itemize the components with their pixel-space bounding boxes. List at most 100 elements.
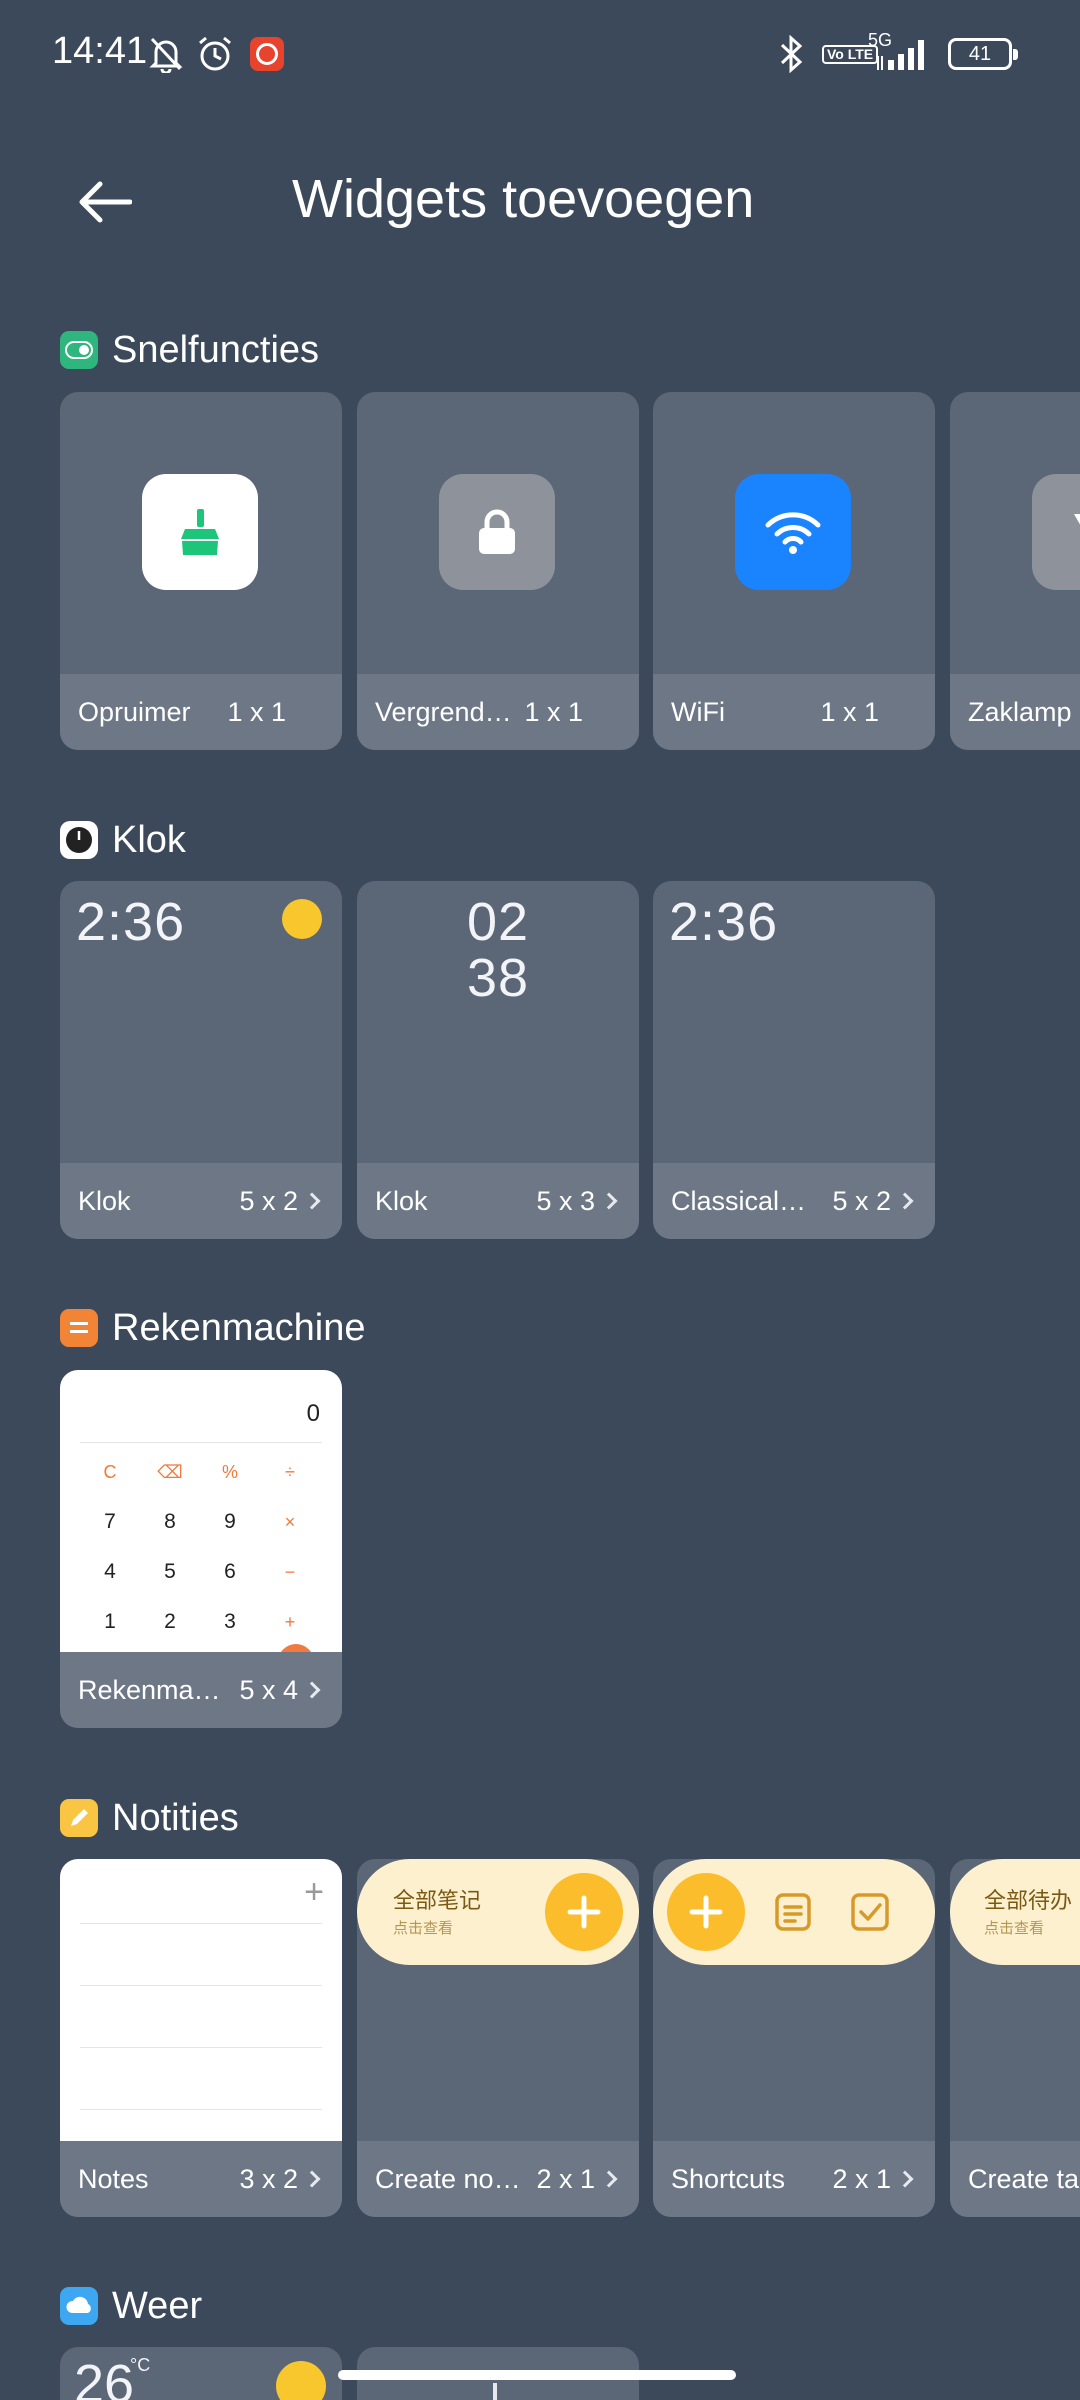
widget-card-opruimer[interactable]: Opruimer 1 x 1 (60, 392, 342, 750)
calc-key: 6 (224, 1560, 236, 1583)
widget-name: Rekenma… (78, 1674, 221, 1705)
calc-key: ⌫ (157, 1461, 183, 1482)
note-icon (773, 1891, 813, 1938)
widget-card-klok-5x3[interactable]: 02 38 Klok 5 x 3 (357, 881, 639, 1239)
flashlight-icon (1032, 474, 1080, 590)
page-title: Widgets toevoegen (292, 169, 755, 229)
section-header-snelfuncties: Snelfuncties (60, 328, 319, 372)
status-bar: 14:41 Vo LTE 5G 41 (0, 0, 1080, 110)
clock-hour: 02 (466, 892, 530, 952)
widget-card-rekenmachine[interactable]: 0 C ⌫ % ÷ 7 8 9 × 4 5 6 − 1 2 3 + Rekenm… (60, 1370, 342, 1728)
widget-card-wifi[interactable]: WiFi 1 x 1 (653, 392, 935, 750)
widget-name: Classical… (671, 1185, 807, 1216)
widget-card-weer-1[interactable]: 26 °C (60, 2347, 342, 2400)
all-todos-title: 全部待办 (984, 1889, 1073, 1914)
calc-key: 1 (104, 1610, 116, 1633)
widget-size: 1 x 1 (227, 696, 286, 727)
chevron-right-icon (600, 1192, 618, 1210)
clock-time: 2:36 (76, 892, 186, 952)
section-header-rekenmachine: Rekenmachine (60, 1306, 365, 1350)
widget-card-klok-5x2[interactable]: 2:36 Klok 5 x 2 (60, 881, 342, 1239)
widget-card-create-task[interactable]: 全部待办 点击查看 Create ta (950, 1859, 1080, 2217)
back-button[interactable] (72, 170, 152, 236)
section-title: Notities (112, 1796, 239, 1839)
section-header-weer: Weer (60, 2284, 202, 2328)
widget-name: Opruimer (78, 696, 191, 727)
all-todos-pill: 全部待办 点击查看 (950, 1859, 1080, 1965)
checkbox-icon (849, 1891, 891, 1938)
home-indicator[interactable] (338, 2370, 736, 2380)
weather-temp: 26 (74, 2354, 135, 2400)
section-title: Klok (112, 818, 186, 861)
calc-key: C (103, 1461, 117, 1482)
section-header-klok: Klok (60, 818, 186, 862)
calc-key: 9 (224, 1510, 236, 1533)
plus-icon (667, 1873, 745, 1951)
widget-card-classical-clock[interactable]: 2:36 Classical… 5 x 2 (653, 881, 935, 1239)
clock-time: 2:36 (669, 892, 779, 952)
clock-icon (60, 821, 98, 859)
weather-unit: °C (130, 2355, 151, 2375)
calc-key: 2 (164, 1610, 176, 1633)
notes-icon (60, 1799, 98, 1837)
toggle-icon (60, 331, 98, 369)
calc-key: × (284, 1511, 296, 1532)
widget-size: 1 x 1 (820, 696, 879, 727)
clock-minute: 38 (466, 948, 530, 1008)
widget-card-create-note[interactable]: 全部笔记 点击查看 Create no… 2 x 1 (357, 1859, 639, 2217)
widget-name: Create ta (968, 2163, 1080, 2194)
widget-name: Klok (375, 1185, 428, 1216)
broom-icon (142, 474, 258, 590)
chevron-right-icon (600, 2170, 618, 2188)
widget-name: Notes (78, 2163, 149, 2194)
bell-off-icon (148, 34, 184, 74)
section-title: Rekenmachine (112, 1306, 366, 1349)
widget-size: 5 x 4 (239, 1674, 298, 1705)
calc-key: − (284, 1561, 296, 1582)
widget-card-notes[interactable]: + Notes 3 x 2 (60, 1859, 342, 2217)
calc-key: 8 (164, 1510, 176, 1533)
lock-icon (439, 474, 555, 590)
plus-icon: + (304, 1873, 324, 1911)
bluetooth-icon (776, 34, 806, 74)
all-notes-subtitle: 点击查看 (393, 1919, 454, 1937)
widget-size: 5 x 2 (239, 1185, 298, 1216)
calc-key: 5 (164, 1560, 176, 1583)
calculator-icon (60, 1309, 98, 1347)
plus-icon (545, 1873, 623, 1951)
weather-divider (493, 2383, 497, 2400)
widget-name: WiFi (671, 696, 725, 727)
widget-name: Klok (78, 1185, 131, 1216)
calc-key: 3 (224, 1610, 236, 1633)
widget-name: Zaklamp (968, 696, 1072, 727)
wifi-icon (735, 474, 851, 590)
all-notes-pill: 全部笔记 点击查看 (357, 1859, 639, 1965)
calc-key: % (221, 1461, 238, 1482)
widget-size: 2 x 1 (832, 2163, 891, 2194)
chevron-right-icon (303, 1192, 321, 1210)
calc-key: 4 (104, 1560, 116, 1583)
weather-sun-icon (282, 899, 322, 939)
alarm-icon (196, 34, 234, 74)
section-title: Snelfuncties (112, 328, 320, 371)
notes-preview: + (60, 1859, 342, 2141)
widget-name: Vergrende… (375, 696, 519, 727)
calculator-display: 0 (306, 1400, 320, 1427)
widget-card-vergrendelen[interactable]: Vergrende… 1 x 1 (357, 392, 639, 750)
widget-name: Shortcuts (671, 2163, 786, 2194)
widget-card-zaklamp[interactable]: Zaklamp (950, 392, 1080, 750)
all-notes-title: 全部笔记 (393, 1889, 482, 1914)
widget-size: 3 x 2 (239, 2163, 298, 2194)
shortcuts-pill (653, 1859, 935, 1965)
widget-card-shortcuts[interactable]: Shortcuts 2 x 1 (653, 1859, 935, 2217)
calc-key: 7 (104, 1510, 116, 1533)
arrow-left-icon (79, 181, 133, 223)
widget-size: 2 x 1 (536, 2163, 595, 2194)
calc-key: ÷ (285, 1461, 295, 1482)
screen-record-icon (250, 34, 284, 74)
chevron-right-icon (303, 1681, 321, 1699)
calculator-preview: 0 C ⌫ % ÷ 7 8 9 × 4 5 6 − 1 2 3 + (60, 1370, 342, 1680)
section-header-notities: Notities (60, 1796, 239, 1840)
widget-name: Create no… (375, 2163, 521, 2194)
battery-indicator: 41 (948, 38, 1018, 70)
